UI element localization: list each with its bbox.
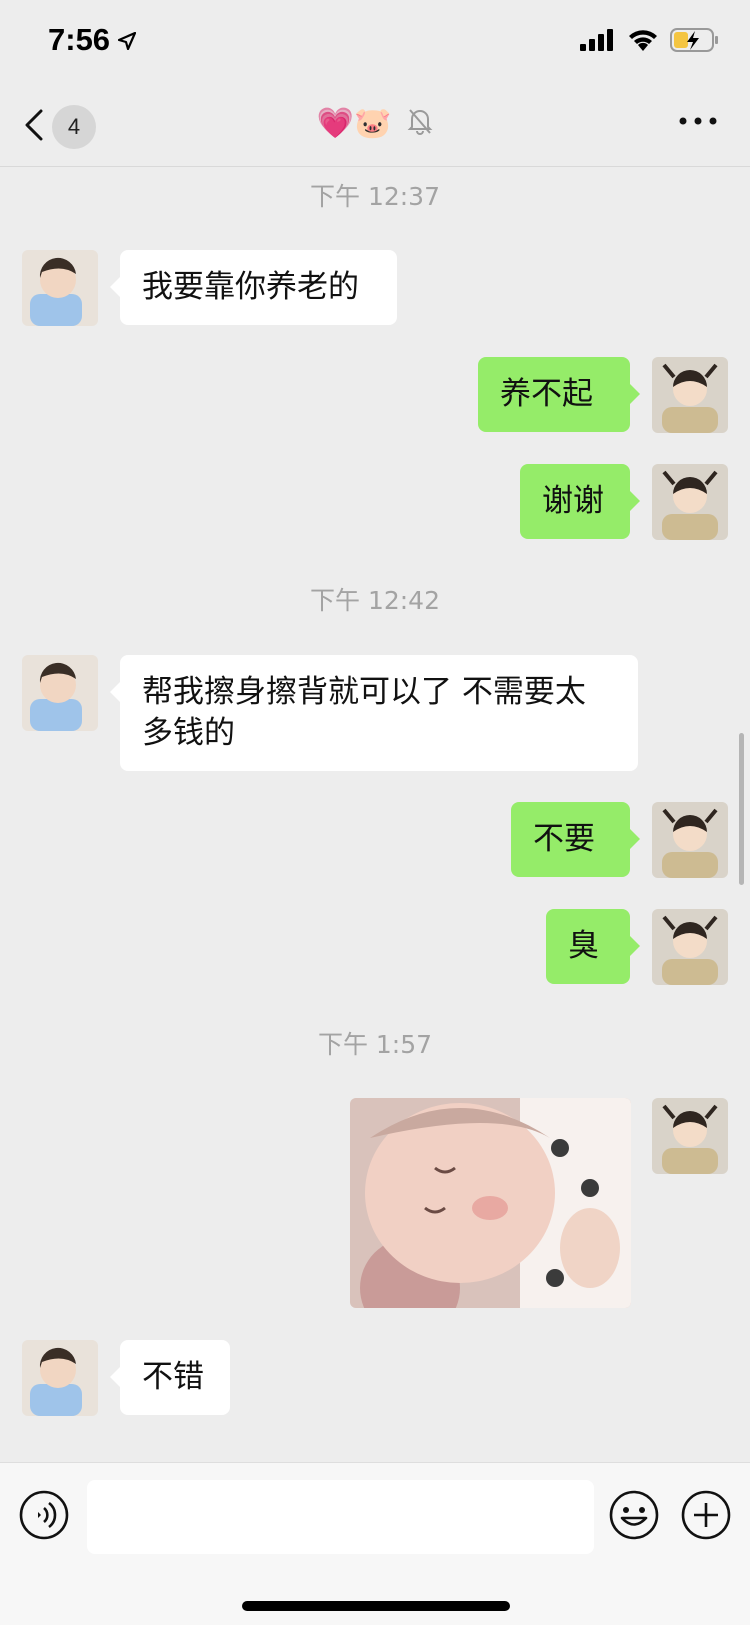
chat-title: 💗🐷 <box>0 106 750 143</box>
more-icon[interactable] <box>678 112 718 131</box>
timestamp: 下午 12:37 <box>310 182 440 211</box>
message-bubble[interactable]: 不要 <box>511 802 640 877</box>
message-bubble[interactable]: 谢谢 <box>520 464 640 539</box>
message-bubble[interactable]: 不错 <box>110 1340 230 1415</box>
message-list[interactable]: 下午 12:37 我要靠你养老的 养不起 谢谢 下午 12:42 帮我擦身擦背就… <box>0 167 750 1462</box>
avatar[interactable] <box>652 1098 728 1174</box>
wifi-icon <box>628 29 658 55</box>
battery-charging-icon <box>670 28 720 56</box>
message-bubble[interactable]: 养不起 <box>478 357 640 432</box>
message-input[interactable] <box>87 1480 594 1554</box>
avatar[interactable] <box>652 464 728 540</box>
scrollbar[interactable] <box>739 733 744 885</box>
avatar[interactable] <box>652 357 728 433</box>
voice-icon[interactable] <box>18 1490 70 1545</box>
status-bar: 7:56 <box>0 0 750 88</box>
timestamp: 下午 1:57 <box>317 1030 433 1059</box>
timestamp: 下午 12:42 <box>310 586 440 615</box>
message-bubble[interactable]: 臭 <box>546 909 640 984</box>
mute-bell-icon <box>407 107 433 143</box>
emoji-icon[interactable] <box>608 1490 660 1545</box>
message-bubble[interactable]: 我要靠你养老的 <box>110 250 397 325</box>
voice-button[interactable] <box>18 1489 70 1545</box>
signal-icon <box>580 29 616 55</box>
more-functions-button[interactable] <box>680 1489 732 1545</box>
location-arrow-icon <box>117 31 137 54</box>
avatar[interactable] <box>22 1340 98 1416</box>
home-indicator[interactable] <box>242 1601 510 1611</box>
more-button[interactable] <box>678 112 718 142</box>
plus-icon[interactable] <box>680 1490 732 1545</box>
message-bubble[interactable]: 帮我擦身擦背就可以了 不需要太多钱的 <box>110 655 638 771</box>
photo-message[interactable] <box>350 1098 631 1308</box>
avatar[interactable] <box>652 802 728 878</box>
emoji-button[interactable] <box>608 1489 660 1545</box>
chat-header: 4 💗🐷 <box>0 88 750 167</box>
chat-title-text: 💗🐷 <box>316 106 392 141</box>
input-bar <box>0 1462 750 1625</box>
avatar[interactable] <box>22 655 98 731</box>
avatar[interactable] <box>652 909 728 985</box>
avatar[interactable] <box>22 250 98 326</box>
status-time: 7:56 <box>48 22 111 57</box>
